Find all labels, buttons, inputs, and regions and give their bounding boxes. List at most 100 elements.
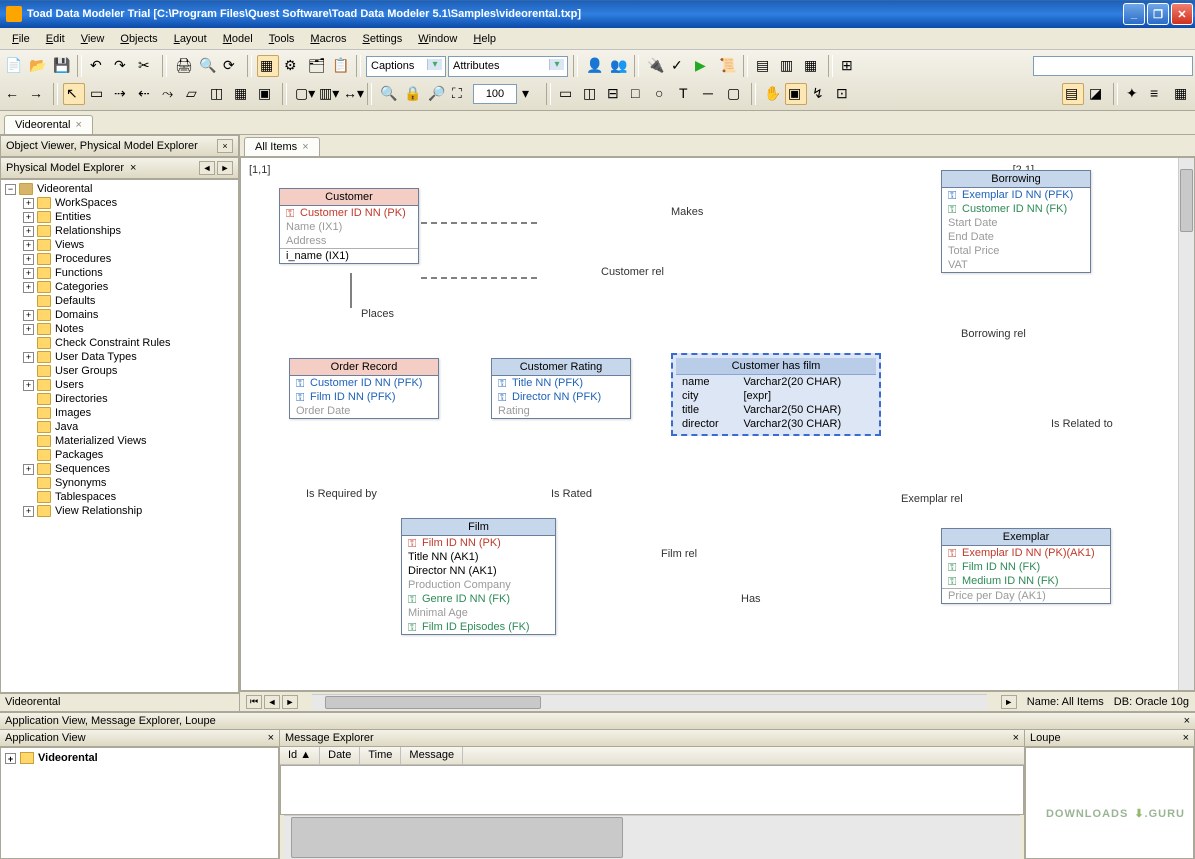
relation2-icon[interactable]: ⇠: [135, 83, 157, 105]
forward-icon[interactable]: →: [26, 83, 48, 105]
pointer-icon[interactable]: ↖: [63, 83, 85, 105]
close-explorer-icon[interactable]: ×: [130, 162, 136, 174]
tree-item[interactable]: Directories: [21, 392, 236, 406]
hand-icon[interactable]: ✋: [761, 83, 783, 105]
run-icon[interactable]: ▶: [692, 55, 714, 77]
msg-col[interactable]: Date: [320, 747, 360, 764]
spacing-icon[interactable]: ↔▾: [340, 83, 362, 105]
expand-icon[interactable]: +: [23, 268, 34, 279]
tree-item[interactable]: +Entities: [21, 210, 236, 224]
right3-icon[interactable]: ✦: [1123, 83, 1145, 105]
expand-icon[interactable]: +: [23, 212, 34, 223]
menu-tools[interactable]: Tools: [261, 31, 303, 47]
entity-order-record[interactable]: Order Record Customer ID NN (PFK)Film ID…: [289, 358, 439, 419]
tree-item[interactable]: +Procedures: [21, 252, 236, 266]
expand-icon[interactable]: +: [23, 226, 34, 237]
model-tree[interactable]: − Videorental +WorkSpaces+Entities+Relat…: [0, 179, 239, 693]
zoom-lock-icon[interactable]: 🔒: [401, 83, 423, 105]
tree-item[interactable]: +Categories: [21, 280, 236, 294]
fit-icon[interactable]: ⛶: [449, 83, 471, 105]
expand-icon[interactable]: +: [23, 254, 34, 265]
right1-icon[interactable]: ▤: [1062, 83, 1084, 105]
menu-layout[interactable]: Layout: [166, 31, 215, 47]
canvas-vscroll[interactable]: [1178, 158, 1194, 690]
menu-edit[interactable]: Edit: [38, 31, 73, 47]
canvas-hscroll[interactable]: [312, 694, 987, 710]
text-icon[interactable]: T: [676, 83, 698, 105]
new-file-icon[interactable]: 📄: [2, 55, 24, 77]
tree-item[interactable]: Java: [21, 420, 236, 434]
tree-item[interactable]: +Notes: [21, 322, 236, 336]
close-appview-icon[interactable]: ×: [268, 732, 274, 744]
search-icon[interactable]: 🔍: [196, 55, 218, 77]
close-panel-icon[interactable]: ×: [217, 139, 233, 153]
entity-film[interactable]: Film Film ID NN (PK)Title NN (AK1)Direct…: [401, 518, 556, 635]
connect-icon[interactable]: 🔌: [644, 55, 666, 77]
expand-icon[interactable]: +: [23, 310, 34, 321]
undo-icon[interactable]: ↶: [87, 55, 109, 77]
print-icon[interactable]: 🖨: [172, 55, 194, 77]
message-list[interactable]: [280, 765, 1024, 815]
expand-icon[interactable]: +: [23, 282, 34, 293]
view-icon[interactable]: ▦: [231, 83, 253, 105]
zoom-in-icon[interactable]: 🔍: [377, 83, 399, 105]
expand-icon[interactable]: +: [23, 464, 34, 475]
gear-icon[interactable]: ⚙: [281, 55, 303, 77]
entity-borrowing[interactable]: Borrowing Exemplar ID NN (PFK)Customer I…: [941, 170, 1091, 273]
refresh-icon[interactable]: ⟳: [220, 55, 242, 77]
right2-icon[interactable]: ◪: [1086, 83, 1108, 105]
tree-item[interactable]: Check Constraint Rules: [21, 336, 236, 350]
close-loupe-icon[interactable]: ×: [1183, 732, 1189, 744]
nav-next-icon[interactable]: ►: [217, 161, 233, 175]
search-input[interactable]: [1033, 56, 1193, 76]
tree-item[interactable]: +Domains: [21, 308, 236, 322]
distribute-icon[interactable]: ▥▾: [316, 83, 338, 105]
close-canvas-tab-icon[interactable]: ×: [302, 141, 308, 153]
save-icon[interactable]: 💾: [50, 55, 72, 77]
zoom-input[interactable]: [473, 84, 517, 104]
ellipse-icon[interactable]: ○: [652, 83, 674, 105]
cut-icon[interactable]: ✂: [135, 55, 157, 77]
close-bottom-icon[interactable]: ×: [1184, 715, 1190, 727]
tree-item[interactable]: +Functions: [21, 266, 236, 280]
menu-file[interactable]: File: [4, 31, 38, 47]
tree-item[interactable]: +User Data Types: [21, 350, 236, 364]
right4-icon[interactable]: ≡: [1147, 83, 1169, 105]
script-icon[interactable]: 📜: [716, 55, 738, 77]
tab-all-items[interactable]: All Items ×: [244, 137, 320, 156]
nav-prev-icon[interactable]: ◄: [199, 161, 215, 175]
box-icon[interactable]: ▢: [724, 83, 746, 105]
menu-help[interactable]: Help: [465, 31, 504, 47]
tree-item[interactable]: Images: [21, 406, 236, 420]
diagram-canvas[interactable]: [1,1] [2,1]: [240, 157, 1195, 691]
stamp-icon[interactable]: ▣: [255, 83, 277, 105]
tree-item[interactable]: +WorkSpaces: [21, 196, 236, 210]
menu-model[interactable]: Model: [215, 31, 261, 47]
relation3-icon[interactable]: ⤳: [159, 83, 181, 105]
msg-col[interactable]: Id ▲: [280, 747, 320, 764]
msg-col[interactable]: Message: [401, 747, 463, 764]
back-icon[interactable]: ←: [2, 83, 24, 105]
expand-icon[interactable]: +: [23, 324, 34, 335]
tree-item[interactable]: Defaults: [21, 294, 236, 308]
generate-icon[interactable]: 📋: [329, 55, 351, 77]
layout-icon[interactable]: ▦: [257, 55, 279, 77]
align-center-icon[interactable]: ▥: [777, 55, 799, 77]
tree-item[interactable]: +Views: [21, 238, 236, 252]
menu-view[interactable]: View: [73, 31, 113, 47]
model-icon[interactable]: 🗂: [305, 55, 327, 77]
zoom-out-icon[interactable]: 🔎: [425, 83, 447, 105]
menu-objects[interactable]: Objects: [112, 31, 165, 47]
marquee-icon[interactable]: ▣: [785, 83, 807, 105]
nav-first-icon[interactable]: ⏮: [246, 695, 262, 709]
expand-icon[interactable]: +: [5, 753, 16, 764]
shape2-icon[interactable]: ◫: [580, 83, 602, 105]
tree-item[interactable]: User Groups: [21, 364, 236, 378]
entity-customer-rating[interactable]: Customer Rating Title NN (PFK)Director N…: [491, 358, 631, 419]
category-icon[interactable]: ◫: [207, 83, 229, 105]
msg-hscroll[interactable]: [284, 815, 1020, 859]
tree-item[interactable]: Materialized Views: [21, 434, 236, 448]
grid-icon[interactable]: ⊞: [838, 55, 860, 77]
menu-macros[interactable]: Macros: [302, 31, 354, 47]
tree-item[interactable]: +Relationships: [21, 224, 236, 238]
